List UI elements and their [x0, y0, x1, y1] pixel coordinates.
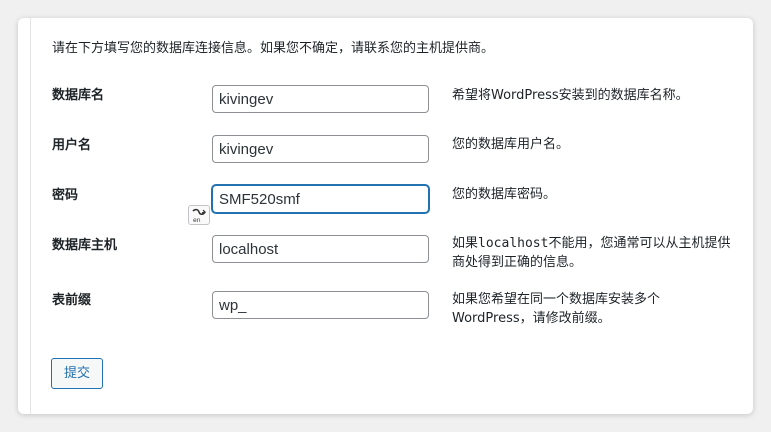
description-host-prefix: 如果	[452, 236, 479, 251]
table-prefix-input[interactable]	[212, 291, 429, 319]
svg-text:en: en	[193, 217, 201, 224]
label-database-host: 数据库主机	[52, 238, 118, 253]
label-username: 用户名	[52, 138, 92, 153]
intro-text: 请在下方填写您的数据库连接信息。如果您不确定，请联系您的主机提供商。	[52, 41, 495, 56]
database-host-input[interactable]	[212, 235, 429, 263]
submit-button[interactable]: 提交	[51, 358, 103, 389]
description-table-prefix: 如果您希望在同一个数据库安装多个WordPress，请修改前缀。	[452, 292, 661, 326]
description-database-host: 如果localhost不能用，您通常可以从主机提供商处得到正确的信息。	[452, 234, 732, 272]
setup-form-card: 请在下方填写您的数据库连接信息。如果您不确定，请联系您的主机提供商。 数据库名 …	[18, 18, 753, 414]
description-password: 您的数据库密码。	[452, 187, 557, 202]
database-name-input[interactable]	[212, 85, 429, 113]
label-database-name: 数据库名	[52, 88, 105, 103]
card-edge-divider	[30, 18, 31, 414]
username-input[interactable]	[212, 135, 429, 163]
password-input[interactable]	[212, 185, 429, 213]
description-database-name: 希望将WordPress安装到的数据库名称。	[452, 88, 689, 103]
description-host-code: localhost	[478, 236, 549, 251]
input-method-icon[interactable]: en	[188, 205, 210, 225]
label-password: 密码	[52, 188, 79, 203]
description-username: 您的数据库用户名。	[452, 137, 570, 152]
input-method-glyph-icon: en	[192, 208, 207, 224]
label-table-prefix: 表前缀	[52, 293, 92, 308]
